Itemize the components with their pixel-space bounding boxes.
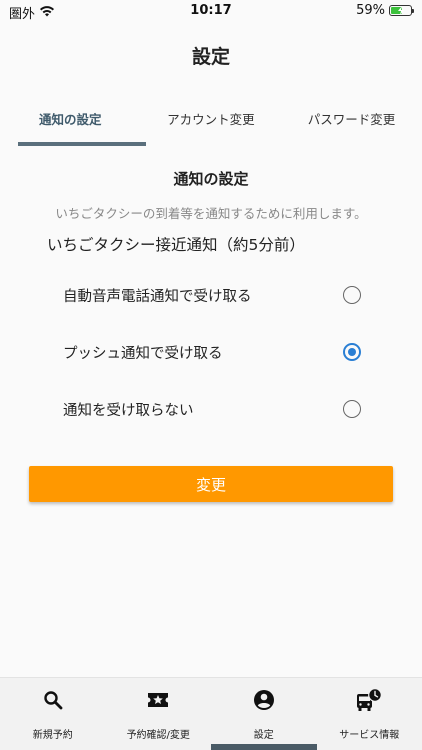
tab-notification-settings[interactable]: 通知の設定 xyxy=(0,100,146,146)
nav-label: 設定 xyxy=(253,730,274,741)
status-right: 59% xyxy=(356,3,414,18)
battery-icon xyxy=(389,5,414,16)
tab-password-change[interactable]: パスワード変更 xyxy=(281,100,422,146)
radio-button[interactable] xyxy=(343,400,361,418)
radio-button[interactable] xyxy=(343,286,361,304)
nav-label: サービス情報 xyxy=(339,730,400,741)
section-description: いちごタクシーの到着等を通知するために利用します。 xyxy=(55,206,367,221)
account-circle-icon xyxy=(253,688,275,712)
settings-tabs: 通知の設定 アカウント変更 パスワード変更 xyxy=(0,100,422,146)
nav-label: 予約確認/変更 xyxy=(126,730,190,741)
approach-notification-heading: いちごタクシー接近通知（約5分前） xyxy=(47,236,305,254)
section-title: 通知の設定 xyxy=(173,170,249,188)
status-bar: 圏外 10:17 59% xyxy=(0,0,422,24)
option-label: プッシュ通知で受け取る xyxy=(63,346,223,362)
option-label: 自動音声電話通知で受け取る xyxy=(63,289,252,305)
nav-label: 新規予約 xyxy=(32,730,73,741)
page-title: 設定 xyxy=(191,46,230,68)
change-button[interactable]: 変更 xyxy=(29,466,393,502)
option-push-notification[interactable]: プッシュ通知で受け取る xyxy=(0,332,422,372)
nav-settings[interactable]: 設定 xyxy=(211,678,317,750)
nav-service-info[interactable]: サービス情報 xyxy=(317,678,422,750)
bus-clock-icon xyxy=(356,688,383,712)
nav-new-reservation[interactable]: 新規予約 xyxy=(0,678,106,750)
radio-button-selected[interactable] xyxy=(343,343,361,361)
bottom-navigation: 新規予約 予約確認/変更 設定 サービス情報 xyxy=(0,677,422,750)
option-no-notification[interactable]: 通知を受け取らない xyxy=(0,389,422,429)
option-label: 通知を受け取らない xyxy=(63,403,194,419)
battery-percent: 59% xyxy=(356,3,385,18)
option-auto-voice-call[interactable]: 自動音声電話通知で受け取る xyxy=(0,275,422,315)
search-icon xyxy=(43,688,63,712)
nav-reservation-check[interactable]: 予約確認/変更 xyxy=(106,678,212,750)
tab-account-change[interactable]: アカウント変更 xyxy=(141,100,282,146)
ticket-star-icon xyxy=(147,688,169,712)
